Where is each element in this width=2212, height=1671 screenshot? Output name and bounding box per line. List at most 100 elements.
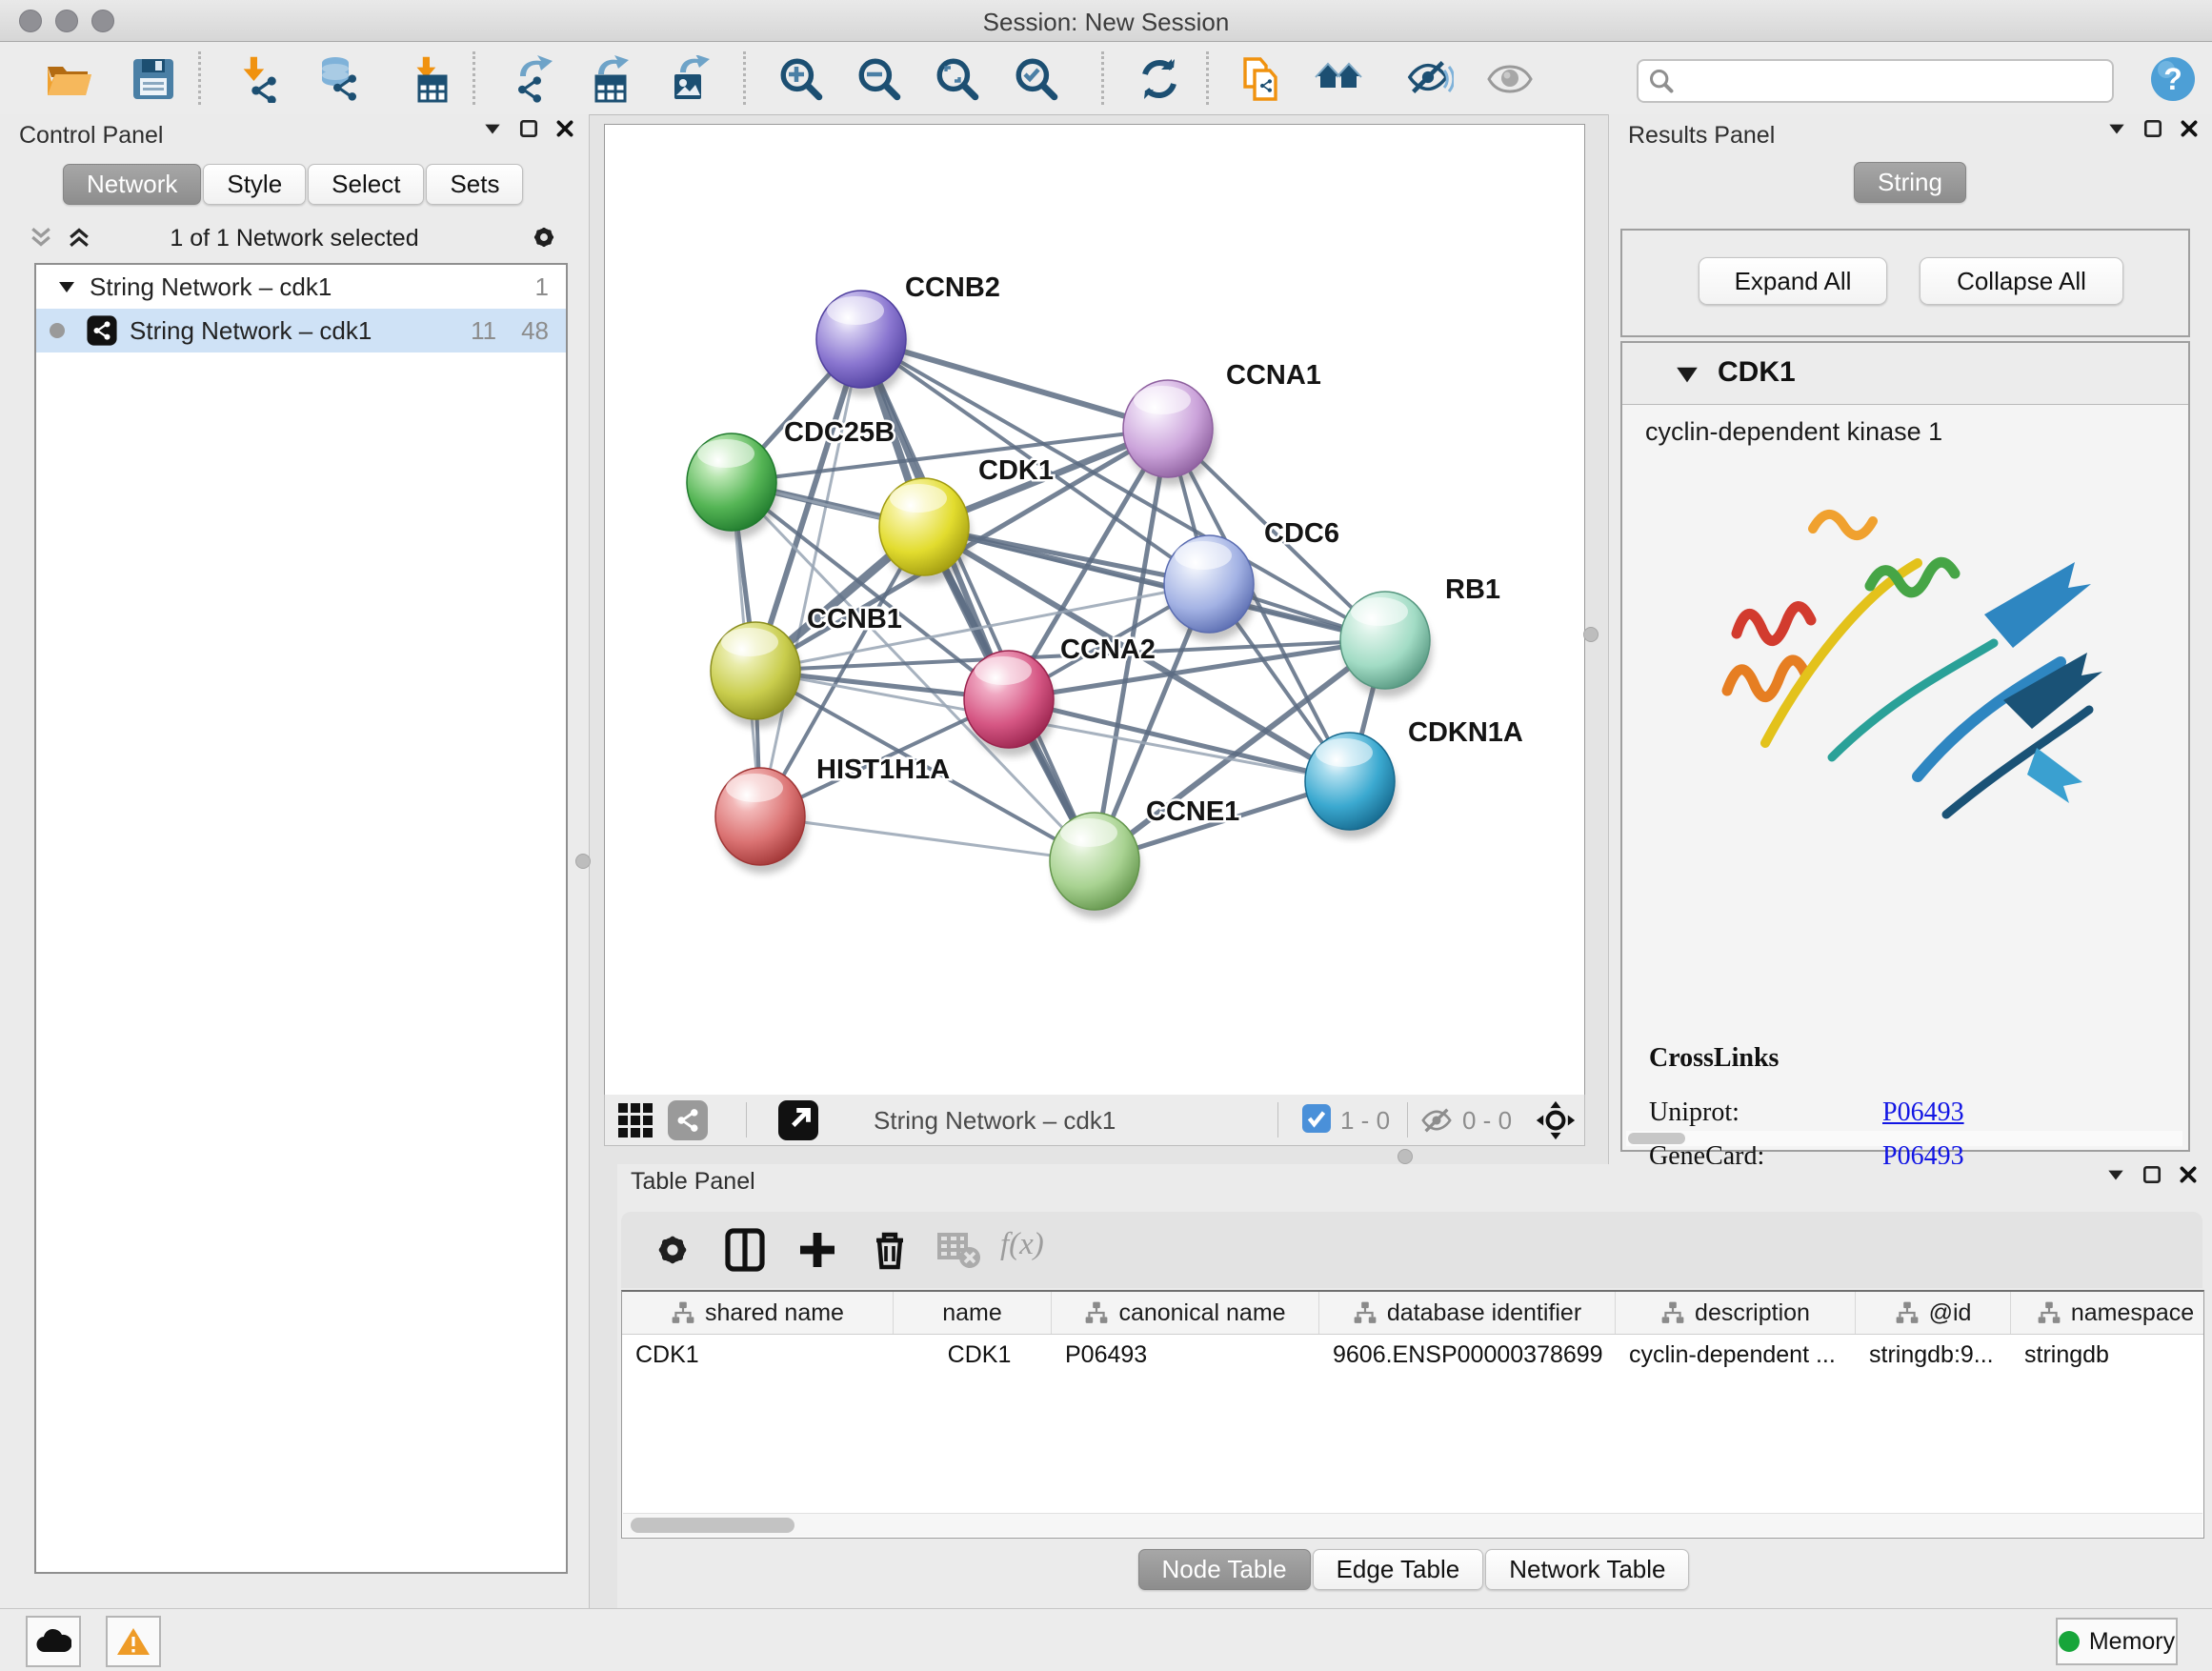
close-panel-icon[interactable] — [2178, 1164, 2199, 1185]
import-network-file-icon[interactable] — [234, 55, 282, 103]
zoom-selected-icon[interactable] — [1013, 55, 1060, 103]
cloud-button[interactable] — [26, 1616, 81, 1667]
table-cell[interactable]: stringdb:9... — [1856, 1341, 2011, 1369]
export-image-icon[interactable] — [665, 55, 713, 103]
delete-column-icon[interactable] — [867, 1227, 913, 1273]
network-canvas[interactable]: CCNB2CCNA1CDC25BCDK1CDC6RB1CCNB1CCNA2CDK… — [604, 124, 1585, 1096]
collection-count: 1 — [535, 272, 549, 302]
search-box[interactable] — [1637, 59, 2114, 103]
float-panel-icon[interactable] — [518, 118, 539, 139]
open-session-icon[interactable] — [44, 55, 91, 103]
node-count: 11 — [471, 316, 496, 346]
panel-menu-icon[interactable] — [2105, 1164, 2126, 1185]
collapse-all-button[interactable]: Collapse All — [1920, 257, 2123, 305]
tab-sets[interactable]: Sets — [426, 164, 523, 205]
table-cell[interactable]: CDK1 — [894, 1341, 1052, 1369]
network-edge[interactable] — [760, 816, 1095, 861]
network-node-CDK1[interactable] — [879, 125, 1584, 584]
memory-button[interactable]: Memory — [2056, 1618, 2178, 1665]
table-cell[interactable]: P06493 — [1052, 1341, 1319, 1369]
results-horizontal-scrollbar[interactable] — [1626, 1131, 2182, 1146]
table-horizontal-scrollbar[interactable] — [623, 1513, 2202, 1537]
network-node-CCNB1[interactable] — [711, 622, 802, 728]
network-collection-row[interactable]: String Network – cdk1 1 — [36, 265, 566, 309]
string-network-graph[interactable]: CCNB2CCNA1CDC25BCDK1CDC6RB1CCNB1CCNA2CDK… — [605, 125, 1584, 1095]
panel-menu-icon[interactable] — [482, 118, 503, 139]
network-options-gear-icon[interactable] — [528, 221, 560, 253]
tab-network[interactable]: Network — [63, 164, 201, 205]
column-header-canonical-name[interactable]: canonical name — [1052, 1292, 1319, 1334]
open-in-window-icon[interactable] — [778, 1100, 818, 1140]
table-row[interactable]: CDK1CDK1P064939606.ENSP00000378699cyclin… — [622, 1335, 2203, 1375]
table-panel: Table Panel f(x) shared namenamecanonica… — [617, 1164, 2212, 1608]
table-cell[interactable]: 9606.ENSP00000378699 — [1319, 1341, 1616, 1369]
column-header-name[interactable]: name — [894, 1292, 1052, 1334]
column-header-@id[interactable]: @id — [1856, 1292, 2011, 1334]
float-panel-icon[interactable] — [2142, 1164, 2162, 1185]
tab-string[interactable]: String — [1854, 162, 1966, 203]
node-label-HIST1H1A: HIST1H1A — [816, 755, 950, 785]
zoom-out-icon[interactable] — [855, 55, 903, 103]
import-table-file-icon[interactable] — [404, 55, 452, 103]
export-table-icon[interactable] — [585, 55, 633, 103]
table-cell[interactable]: CDK1 — [622, 1341, 894, 1369]
add-column-icon[interactable] — [794, 1227, 840, 1273]
show-hidden-icon[interactable] — [1486, 55, 1534, 103]
tab-node-table[interactable]: Node Table — [1138, 1549, 1311, 1590]
import-network-database-icon[interactable] — [314, 55, 362, 103]
vertical-splitter-handle[interactable] — [575, 854, 591, 869]
column-header-namespace[interactable]: namespace — [2011, 1292, 2204, 1334]
column-header-description[interactable]: description — [1616, 1292, 1856, 1334]
network-row-selected[interactable]: String Network – cdk1 11 48 — [36, 309, 566, 352]
selected-nodes-checkbox-icon[interactable] — [1302, 1104, 1331, 1133]
float-panel-icon[interactable] — [2142, 118, 2163, 139]
window-title: Session: New Session — [0, 8, 2212, 37]
network-node-CCNE1[interactable] — [1050, 125, 1584, 1095]
table-cell[interactable]: stringdb — [2011, 1341, 2204, 1369]
column-header-database-identifier[interactable]: database identifier — [1319, 1292, 1616, 1334]
vertical-splitter-handle[interactable] — [1583, 627, 1599, 642]
close-panel-icon[interactable] — [2179, 118, 2200, 139]
tree-expander-icon[interactable] — [57, 277, 76, 296]
close-panel-icon[interactable] — [554, 118, 575, 139]
tab-network-table[interactable]: Network Table — [1485, 1549, 1689, 1590]
apply-layout-icon[interactable] — [1136, 55, 1183, 103]
table-cell[interactable]: cyclin-dependent ... — [1616, 1341, 1856, 1369]
network-view-title: String Network – cdk1 — [874, 1106, 1116, 1136]
node-table[interactable]: shared namenamecanonical namedatabase id… — [621, 1290, 2204, 1539]
network-edge[interactable] — [760, 339, 861, 816]
network-node-CDKN1A[interactable] — [1305, 733, 1584, 838]
share-view-icon[interactable] — [668, 1100, 708, 1140]
delete-table-icon — [935, 1227, 981, 1273]
zoom-in-icon[interactable] — [777, 55, 825, 103]
birds-eye-grid-icon[interactable] — [618, 1103, 653, 1137]
hide-selected-icon[interactable] — [1406, 55, 1454, 103]
network-node-RB1[interactable] — [1340, 125, 1432, 697]
zoom-fit-icon[interactable] — [934, 55, 981, 103]
column-header-shared-name[interactable]: shared name — [622, 1292, 894, 1334]
memory-label: Memory — [2089, 1628, 2175, 1656]
tab-select[interactable]: Select — [308, 164, 424, 205]
save-session-icon[interactable] — [130, 55, 177, 103]
node-section-header[interactable]: CDK1 — [1622, 343, 2188, 405]
warnings-button[interactable] — [106, 1616, 161, 1667]
tab-style[interactable]: Style — [203, 164, 306, 205]
scrollbar-thumb[interactable] — [631, 1518, 794, 1533]
export-network-icon[interactable] — [507, 55, 554, 103]
search-input[interactable] — [1680, 63, 2103, 97]
expand-all-button[interactable]: Expand All — [1699, 257, 1887, 305]
panel-menu-icon[interactable] — [2106, 118, 2127, 139]
table-options-gear-icon[interactable] — [650, 1227, 695, 1273]
copy-network-icon[interactable] — [1237, 55, 1285, 103]
horizontal-splitter-handle[interactable] — [1398, 1149, 1413, 1164]
hidden-items-eye-icon[interactable] — [1420, 1104, 1453, 1137]
home-icon[interactable] — [1315, 55, 1362, 103]
tab-edge-table[interactable]: Edge Table — [1313, 1549, 1484, 1590]
crosslink-link[interactable]: P06493 — [1882, 1097, 1964, 1128]
section-expander-icon[interactable] — [1676, 364, 1699, 385]
scrollbar-thumb[interactable] — [1628, 1133, 1685, 1144]
help-icon[interactable]: ? — [2149, 55, 2197, 103]
fit-content-crosshair-icon[interactable] — [1535, 1099, 1577, 1141]
memory-status-dot — [2059, 1631, 2080, 1652]
show-columns-icon[interactable] — [722, 1227, 768, 1273]
